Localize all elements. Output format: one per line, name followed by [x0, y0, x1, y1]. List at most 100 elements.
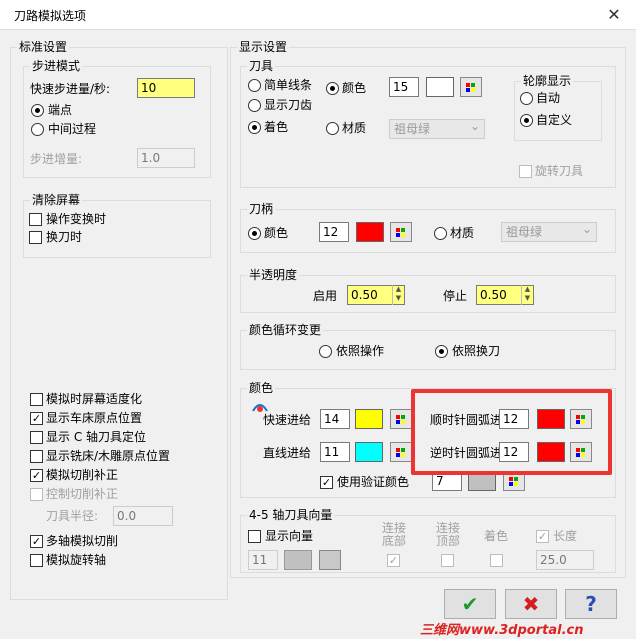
link-bottom-checkbox[interactable]: ✓ [387, 554, 400, 567]
shade-radio[interactable] [248, 121, 261, 134]
middle-radio[interactable] [31, 123, 44, 136]
multi-axis-label: 多轴模拟切削 [46, 534, 119, 548]
trans-start-spinner[interactable]: ▲ ▼ [392, 285, 404, 305]
verify-color-checkbox[interactable]: ✓ [320, 476, 333, 489]
vector-color-swatch[interactable] [284, 550, 312, 570]
axis45-caption: 4-5 轴刀具向量 [247, 508, 335, 522]
tool-caption: 刀具 [247, 59, 276, 73]
holder-material-select[interactable]: 祖母绿 [501, 221, 597, 242]
cycle-by-op-radio[interactable] [319, 345, 332, 358]
window-title: 刀路模拟选项 [14, 9, 87, 23]
contour-caption: 轮廓显示 [521, 74, 574, 88]
trans-stop-spinner[interactable]: ▲ ▼ [521, 285, 533, 305]
cycle-by-tool-radio[interactable] [435, 345, 448, 358]
display-settings-group: 显示设置 刀具 简单线条 显示刀齿 着色 颜色 15 材质 祖母绿 轮廓显示 自… [230, 40, 626, 578]
cycle-by-tool-label: 依照换刀 [452, 344, 501, 358]
length-label: 长度 [553, 529, 578, 543]
length-input[interactable]: 25.0 [536, 550, 594, 570]
link-top-checkbox[interactable] [441, 554, 454, 567]
show-edge-radio[interactable] [248, 99, 261, 112]
holder-caption: 刀柄 [247, 202, 276, 216]
help-button[interactable]: ? [565, 589, 617, 619]
cut-comp-label: 模拟切削补正 [46, 468, 119, 482]
fit-screen-checkbox[interactable] [30, 393, 43, 406]
contour-custom-label: 自定义 [536, 113, 573, 127]
rotary-label: 模拟旋转轴 [46, 553, 107, 567]
tool-color-label: 颜色 [342, 81, 367, 95]
tool-color-radio[interactable] [326, 82, 339, 95]
fast-step-input[interactable]: 10 [137, 78, 195, 98]
linear-swatch[interactable] [355, 442, 383, 462]
standard-settings-caption: 标准设置 [17, 40, 70, 54]
tool-radius-input[interactable]: 0.0 [113, 506, 173, 526]
mill-origin-checkbox[interactable] [30, 450, 43, 463]
holder-color-swatch[interactable] [356, 222, 384, 242]
cycle-by-op-label: 依照操作 [336, 344, 385, 358]
color-cycle-group: 颜色循环变更 依照操作 依照换刀 [240, 323, 616, 370]
holder-color-label: 颜色 [264, 226, 289, 240]
contour-auto-label: 自动 [536, 91, 561, 105]
contour-custom-radio[interactable] [520, 114, 533, 127]
holder-group: 刀柄 颜色 12 材质 祖母绿 [240, 202, 616, 253]
tool-change-label: 换刀时 [46, 230, 83, 244]
tool-material-select[interactable]: 祖母绿 [389, 118, 485, 139]
watermark: 三维网www.3dportal.cn [420, 623, 584, 638]
ctrl-comp-checkbox[interactable] [30, 488, 43, 501]
holder-color-input[interactable]: 12 [319, 222, 349, 242]
c-axis-label: 显示 C 轴刀具定位 [46, 430, 147, 444]
vector-shade-checkbox[interactable] [490, 554, 503, 567]
tool-color-swatch[interactable] [426, 77, 454, 97]
vector-palette-button[interactable] [319, 550, 341, 570]
ok-button[interactable]: ✔ [444, 589, 496, 619]
title-bar: 刀路模拟选项 ✕ [0, 0, 636, 30]
linear-input[interactable]: 11 [320, 442, 350, 462]
rapid-swatch[interactable] [355, 409, 383, 429]
contour-group: 轮廓显示 自动 自定义 [514, 74, 602, 141]
vector-color-input[interactable]: 11 [248, 550, 278, 570]
link-top-label: 连接顶部 [435, 521, 460, 548]
vector-shade-label: 着色 [484, 529, 509, 543]
display-settings-caption: 显示设置 [237, 40, 290, 54]
transparency-caption: 半透明度 [247, 268, 300, 282]
c-axis-checkbox[interactable] [30, 431, 43, 444]
middle-label: 中间过程 [48, 122, 97, 136]
color-cycle-caption: 颜色循环变更 [247, 323, 324, 337]
rotate-tool-checkbox[interactable] [519, 165, 532, 178]
holder-material-label: 材质 [450, 226, 475, 240]
tool-change-checkbox[interactable] [29, 231, 42, 244]
lathe-origin-checkbox[interactable]: ✓ [30, 412, 43, 425]
holder-palette-button[interactable] [390, 222, 412, 242]
show-vector-label: 显示向量 [265, 529, 314, 543]
trans-stop-label: 停止 [443, 289, 468, 303]
show-vector-checkbox[interactable] [248, 530, 261, 543]
simple-lines-label: 简单线条 [264, 78, 313, 92]
holder-color-radio[interactable] [248, 227, 261, 240]
linear-palette-button[interactable] [390, 442, 412, 462]
tool-color-input[interactable]: 15 [389, 77, 419, 97]
close-button[interactable]: ✕ [600, 4, 628, 26]
clear-screen-group: 清除屏幕 操作变换时 换刀时 [23, 193, 211, 258]
rapid-palette-button[interactable] [390, 409, 412, 429]
simple-lines-radio[interactable] [248, 79, 261, 92]
mill-origin-label: 显示铣床/木雕原点位置 [46, 449, 171, 463]
rapid-input[interactable]: 14 [320, 409, 350, 429]
cut-comp-checkbox[interactable]: ✓ [30, 469, 43, 482]
multi-axis-checkbox[interactable]: ✓ [30, 535, 43, 548]
tool-palette-button[interactable] [460, 77, 482, 97]
cancel-button[interactable]: ✖ [505, 589, 557, 619]
step-mode-group: 步进模式 快速步进量/秒: 10 端点 中间过程 步进增量: 1.0 [23, 59, 211, 178]
shade-label: 着色 [264, 120, 289, 134]
tool-radius-label: 刀具半径: [46, 509, 99, 523]
holder-material-radio[interactable] [434, 227, 447, 240]
tool-material-radio[interactable] [326, 122, 339, 135]
dialog-client: 标准设置 步进模式 快速步进量/秒: 10 端点 中间过程 步进增量: 1.0 … [0, 30, 636, 639]
endpoint-radio[interactable] [31, 104, 44, 117]
rotary-checkbox[interactable] [30, 554, 43, 567]
linear-label: 直线进给 [263, 446, 312, 460]
contour-auto-radio[interactable] [520, 92, 533, 105]
show-edge-label: 显示刀齿 [264, 98, 313, 112]
op-change-checkbox[interactable] [29, 213, 42, 226]
tool-material-label: 材质 [342, 121, 367, 135]
length-checkbox[interactable]: ✓ [536, 530, 549, 543]
step-increment-input[interactable]: 1.0 [137, 148, 195, 168]
